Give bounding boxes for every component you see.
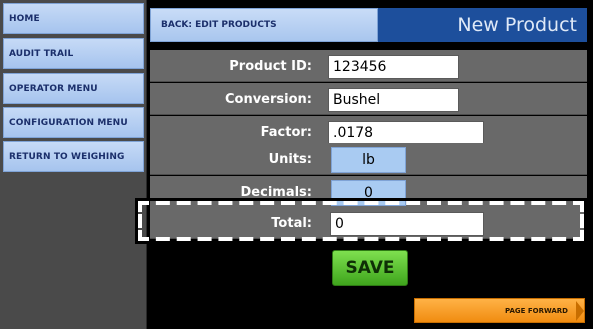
product-id-input[interactable]: 123456 — [328, 55, 459, 79]
total-highlight-frame — [135, 198, 587, 244]
units-label: Units: — [268, 151, 312, 167]
sidebar-item-audit-trail[interactable]: AUDIT TRAIL — [3, 38, 144, 69]
page-forward-button[interactable]: PAGE FORWARD — [414, 298, 585, 323]
product-edit-screen: HOME AUDIT TRAIL OPERATOR MENU CONFIGURA… — [0, 0, 593, 329]
back-button[interactable]: BACK: EDIT PRODUCTS — [150, 8, 378, 42]
product-id-label: Product ID: — [229, 58, 312, 74]
page-forward-label: PAGE FORWARD — [504, 306, 568, 315]
conversion-label: Conversion: — [224, 91, 312, 107]
sidebar-item-return-to-weighing[interactable]: RETURN TO WEIGHING — [3, 141, 144, 172]
conversion-input[interactable]: Bushel — [328, 88, 459, 112]
arrow-right-icon — [576, 301, 584, 321]
form-row-units: Units: lb — [150, 143, 587, 175]
units-selector[interactable]: lb — [331, 147, 406, 173]
save-button[interactable]: SAVE — [332, 250, 408, 286]
sidebar-item-operator-menu[interactable]: OPERATOR MENU — [3, 73, 144, 104]
form-row-conversion: Conversion: Bushel — [150, 83, 587, 115]
sidebar-item-configuration-menu[interactable]: CONFIGURATION MENU — [3, 107, 144, 138]
factor-input[interactable]: .0178 — [328, 121, 484, 145]
page-title: New Product — [378, 8, 587, 42]
sidebar-item-home[interactable]: HOME — [3, 3, 144, 34]
form-row-product-id: Product ID: 123456 — [150, 50, 587, 82]
sidebar: HOME AUDIT TRAIL OPERATOR MENU CONFIGURA… — [0, 0, 147, 329]
